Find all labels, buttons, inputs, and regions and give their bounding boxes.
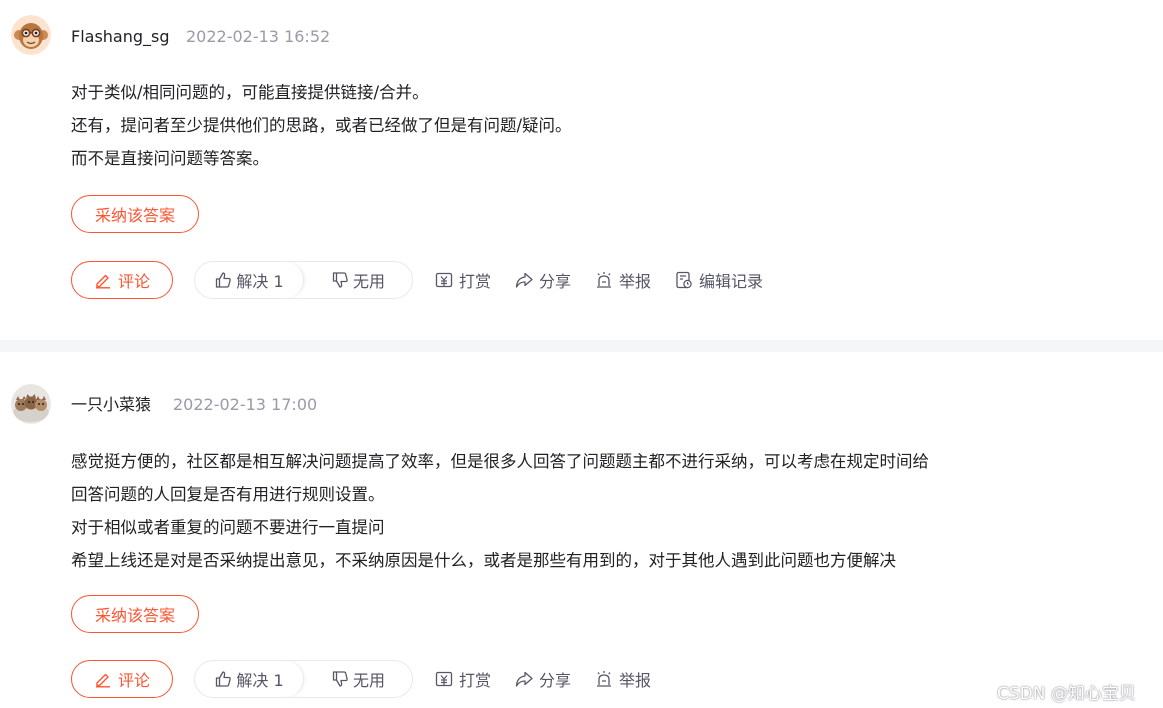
reward-icon xyxy=(434,669,454,689)
answer-content: 对于类似/相同问题的，可能直接提供链接/合并。 还有，提问者至少提供他们的思路，… xyxy=(71,76,572,175)
content-line: 对于相似或者重复的问题不要进行一直提问 xyxy=(71,518,385,537)
pencil-icon xyxy=(94,670,112,688)
content-line: 对于类似/相同问题的，可能直接提供链接/合并。 xyxy=(71,83,429,102)
answer-item: 一只小菜猿 2022-02-13 17:00 感觉挺方便的，社区都是相互解决问题… xyxy=(0,352,1163,708)
content-line: 回答问题的人回复是否有用进行规则设置。 xyxy=(71,485,385,504)
share-button[interactable]: 分享 xyxy=(514,660,571,698)
answer-item: Flashang_sg 2022-02-13 16:52 对于类似/相同问题的，… xyxy=(0,0,1163,340)
section-divider xyxy=(0,340,1163,352)
comment-button[interactable]: 评论 xyxy=(71,660,173,698)
content-line: 还有，提问者至少提供他们的思路，或者已经做了但是有问题/疑问。 xyxy=(71,116,572,135)
useless-label: 无用 xyxy=(352,671,385,690)
thumb-down-icon xyxy=(331,271,349,289)
post-time: 2022-02-13 16:52 xyxy=(186,27,331,46)
cats-avatar-icon xyxy=(11,384,51,424)
report-button[interactable]: 举报 xyxy=(594,261,651,299)
answer-content: 感觉挺方便的，社区都是相互解决问题提高了效率，但是很多人回答了问题题主都不进行采… xyxy=(71,445,929,577)
content-line: 感觉挺方便的，社区都是相互解决问题提高了效率，但是很多人回答了问题题主都不进行采… xyxy=(71,452,929,471)
thumb-down-icon xyxy=(331,670,349,688)
thumb-up-icon xyxy=(214,670,232,688)
thumb-up-icon xyxy=(214,271,232,289)
share-label: 分享 xyxy=(539,272,572,291)
share-button[interactable]: 分享 xyxy=(514,261,571,299)
watermark: CSDN @知心宝贝 xyxy=(997,684,1136,704)
solve-button[interactable]: 解决 1 xyxy=(195,661,304,697)
reward-label: 打赏 xyxy=(459,272,492,291)
reward-button[interactable]: 打赏 xyxy=(434,261,491,299)
avatar[interactable] xyxy=(11,384,51,424)
content-line: 而不是直接问问题等答案。 xyxy=(71,149,269,168)
pencil-icon xyxy=(94,271,112,289)
report-label: 举报 xyxy=(619,272,652,291)
comment-label: 评论 xyxy=(117,272,150,291)
accept-answer-button[interactable]: 采纳该答案 xyxy=(71,595,199,633)
useless-label: 无用 xyxy=(352,272,385,291)
monkey-avatar-icon xyxy=(11,15,51,55)
useless-button[interactable]: 无用 xyxy=(304,661,412,697)
report-icon xyxy=(594,669,614,689)
reward-icon xyxy=(434,270,454,290)
report-button[interactable]: 举报 xyxy=(594,660,651,698)
share-icon xyxy=(514,270,534,290)
username[interactable]: Flashang_sg xyxy=(71,26,170,48)
report-icon xyxy=(594,270,614,290)
edit-history-button[interactable]: 编辑记录 xyxy=(674,261,763,299)
solve-label: 解决 1 xyxy=(236,272,284,291)
post-time: 2022-02-13 17:00 xyxy=(173,395,318,414)
username[interactable]: 一只小菜猿 xyxy=(71,394,151,416)
solve-button[interactable]: 解决 1 xyxy=(195,262,304,298)
comment-button[interactable]: 评论 xyxy=(71,261,173,299)
history-icon xyxy=(674,270,694,290)
report-label: 举报 xyxy=(619,671,652,690)
avatar[interactable] xyxy=(11,15,51,55)
comment-label: 评论 xyxy=(117,671,150,690)
share-icon xyxy=(514,669,534,689)
edit-history-label: 编辑记录 xyxy=(699,272,764,291)
vote-group: 解决 1 无用 xyxy=(194,261,413,299)
reward-label: 打赏 xyxy=(459,671,492,690)
solve-label: 解决 1 xyxy=(236,671,284,690)
content-line: 希望上线还是对是否采纳提出意见，不采纳原因是什么，或者是那些有用到的，对于其他人… xyxy=(71,551,896,570)
reward-button[interactable]: 打赏 xyxy=(434,660,491,698)
vote-group: 解决 1 无用 xyxy=(194,660,413,698)
accept-answer-button[interactable]: 采纳该答案 xyxy=(71,195,199,233)
useless-button[interactable]: 无用 xyxy=(304,262,412,298)
share-label: 分享 xyxy=(539,671,572,690)
